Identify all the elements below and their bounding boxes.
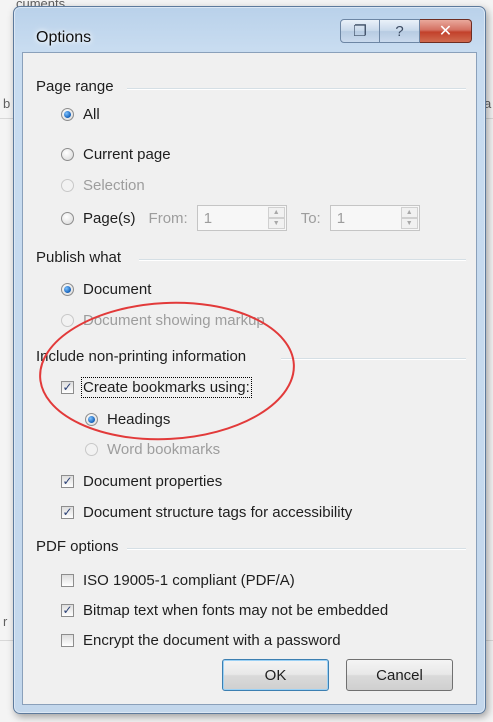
- radio-document-button[interactable]: [61, 282, 74, 296]
- from-label: From:: [148, 209, 188, 227]
- from-spinner[interactable]: 1 ▲ ▼: [196, 205, 287, 231]
- radio-pages[interactable]: Page(s) From: 1 ▲ ▼ To: 1 ▲ ▼: [61, 205, 420, 231]
- checkbox-encrypt[interactable]: Encrypt the document with a password: [61, 629, 341, 651]
- to-spinner-arrows[interactable]: ▲ ▼: [400, 207, 418, 229]
- dialog-client-area: Page range All Current page Selection Pa…: [22, 52, 477, 705]
- radio-word-bookmarks: Word bookmarks: [85, 438, 220, 460]
- to-value: 1: [336, 209, 346, 227]
- checkbox-iso-label: ISO 19005-1 compliant (PDF/A): [83, 571, 295, 589]
- background-text-left: b: [3, 96, 11, 111]
- to-label: To:: [300, 209, 321, 227]
- radio-headings-label: Headings: [107, 410, 171, 428]
- spin-down-icon[interactable]: ▼: [267, 218, 285, 229]
- title-bar[interactable]: Options ❐ ? ✕: [14, 7, 485, 53]
- checkbox-document-properties-label: Document properties: [83, 472, 223, 490]
- checkbox-create-bookmarks[interactable]: ✓ Create bookmarks using:: [61, 376, 252, 398]
- checkbox-iso-box[interactable]: [61, 573, 74, 587]
- checkbox-bitmap-text-box[interactable]: ✓: [61, 603, 74, 617]
- radio-pages-button[interactable]: [61, 211, 74, 225]
- help-icon: ?: [395, 22, 404, 40]
- dialog-title: Options: [36, 29, 92, 46]
- radio-current-page-button[interactable]: [61, 147, 74, 161]
- from-spinner-arrows[interactable]: ▲ ▼: [267, 207, 285, 229]
- spin-up-icon[interactable]: ▲: [267, 207, 285, 218]
- checkbox-document-properties-box[interactable]: ✓: [61, 474, 74, 488]
- from-value: 1: [203, 209, 213, 227]
- radio-word-bookmarks-button: [85, 442, 98, 456]
- radio-selection-button: [61, 178, 74, 192]
- radio-selection-label: Selection: [83, 176, 145, 194]
- checkbox-iso[interactable]: ISO 19005-1 compliant (PDF/A): [61, 569, 295, 591]
- radio-document-markup: Document showing markup: [61, 309, 265, 331]
- page-range-separator: [127, 88, 466, 90]
- ok-button[interactable]: OK: [222, 659, 329, 691]
- page-range-heading: Page range: [36, 78, 114, 95]
- non-printing-separator: [281, 358, 466, 360]
- options-dialog: Options ❐ ? ✕ Page range All Current pag…: [13, 6, 486, 714]
- close-icon: ✕: [438, 23, 453, 40]
- pdf-options-separator: [127, 548, 466, 550]
- radio-document-markup-label: Document showing markup: [83, 311, 265, 329]
- radio-headings-button[interactable]: [85, 412, 98, 426]
- radio-document-markup-button: [61, 313, 74, 327]
- restore-icon: ❐: [353, 23, 367, 40]
- publish-what-heading: Publish what: [36, 249, 122, 266]
- checkbox-structure-tags-label: Document structure tags for accessibilit…: [83, 503, 353, 521]
- cancel-button[interactable]: Cancel: [346, 659, 453, 691]
- help-button[interactable]: ?: [380, 19, 420, 43]
- radio-current-page[interactable]: Current page: [61, 143, 171, 165]
- checkbox-encrypt-label: Encrypt the document with a password: [83, 631, 341, 649]
- publish-what-separator: [139, 259, 466, 261]
- checkbox-document-properties[interactable]: ✓ Document properties: [61, 470, 222, 492]
- close-button[interactable]: ✕: [420, 19, 472, 43]
- radio-selection: Selection: [61, 174, 145, 196]
- restore-button[interactable]: ❐: [340, 19, 380, 43]
- checkbox-structure-tags-box[interactable]: ✓: [61, 505, 74, 519]
- radio-word-bookmarks-label: Word bookmarks: [107, 440, 221, 458]
- radio-all[interactable]: All: [61, 103, 100, 125]
- radio-headings[interactable]: Headings: [85, 408, 170, 430]
- spin-up-icon[interactable]: ▲: [400, 207, 418, 218]
- pdf-options-heading: PDF options: [36, 538, 119, 555]
- checkbox-structure-tags[interactable]: ✓ Document structure tags for accessibil…: [61, 501, 352, 523]
- checkbox-bitmap-text-label: Bitmap text when fonts may not be embedd…: [83, 601, 389, 619]
- radio-pages-label: Page(s): [83, 209, 136, 227]
- titlebar-buttons: ❐ ? ✕: [340, 19, 472, 43]
- radio-document[interactable]: Document: [61, 278, 151, 300]
- radio-all-label: All: [83, 105, 100, 123]
- non-printing-heading: Include non-printing information: [36, 348, 247, 365]
- checkbox-bitmap-text[interactable]: ✓ Bitmap text when fonts may not be embe…: [61, 599, 388, 621]
- checkbox-create-bookmarks-label: Create bookmarks using:: [81, 376, 252, 398]
- radio-document-label: Document: [83, 280, 152, 298]
- checkbox-create-bookmarks-box[interactable]: ✓: [61, 380, 74, 394]
- radio-current-page-label: Current page: [83, 145, 171, 163]
- spin-down-icon[interactable]: ▼: [400, 218, 418, 229]
- radio-all-button[interactable]: [61, 107, 74, 121]
- background-text-left-lower: r: [3, 614, 8, 629]
- checkbox-encrypt-box[interactable]: [61, 633, 74, 647]
- to-spinner[interactable]: 1 ▲ ▼: [329, 205, 420, 231]
